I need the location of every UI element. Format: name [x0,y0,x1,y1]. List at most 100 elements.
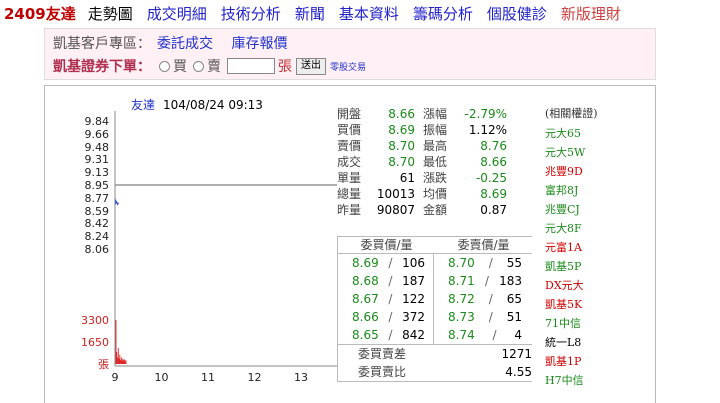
ask-price: 8.73 [448,310,475,324]
warrant-link[interactable]: 統一L8 [545,333,645,352]
buy-label: 買 [173,59,187,75]
inventory-link[interactable]: 庫存報價 [231,36,287,52]
entrust-link[interactable]: 委託成交 [157,36,213,52]
stock-title[interactable]: 2409友達 [4,3,76,24]
nav-trade-details[interactable]: 成交明細 [147,3,207,24]
submit-button[interactable]: 送出 [296,57,326,75]
bid-ask-diff-label: 委買賣差 [358,347,407,361]
order-book-row: 8.66/372 8.73/51 [338,308,532,326]
related-warrants: (相關權證) 元大65 元大5W 兆豐9D 富邦8J 兆豐CJ 元大8F 元富1A 凱基5P D… [545,106,645,390]
nav-fundamentals[interactable]: 基本資料 [339,3,399,24]
quote-value: 61 [399,171,415,185]
quote-label: 振幅 [423,123,448,137]
warrant-list: 元大65 元大5W 兆豐9D 富邦8J 兆豐CJ 元大8F 元富1A 凱基5P DX元大 凱基5K… [545,124,645,390]
quote-row: 昨量 90807 金額 0.87 [337,202,532,218]
price-tick-label: 8.24 [85,230,110,243]
top-nav: 2409友達 走勢圖 成交明細 技術分析 新聞 基本資料 籌碼分析 個股健診 新… [0,0,720,26]
ask-cell: 8.74/4 [448,328,522,342]
ask-price: 8.74 [448,328,475,342]
quote-row: 買價 8.69 振幅 1.12% [337,122,532,138]
quote-label: 漲幅 [423,107,448,121]
quote-table: 開盤 8.66 漲幅 -2.79% 買價 8.69 振幅 1.12% 賣價 8.70 最高 8.76 成… [337,106,532,218]
price-tick-label: 9.13 [85,166,110,179]
bid-volume: 106 [402,256,425,270]
quote-label: 買價 [337,123,362,137]
buy-option[interactable]: 買 [159,56,187,76]
trade-label: 凱基證券下單： [53,59,151,75]
bid-cell: 8.66/372 [338,308,434,326]
warrant-link[interactable]: 兆豐CJ [545,200,645,219]
bid-cell: 8.65/842 [338,326,434,344]
price-line [114,198,120,206]
quote-label: 開盤 [337,107,362,121]
sell-radio[interactable] [193,60,204,72]
quote-label: 總量 [337,187,362,201]
bid-volume: 122 [402,292,425,306]
time-tick-label: 10 [155,371,169,384]
nav-technical-analysis[interactable]: 技術分析 [221,3,281,24]
quote-value: 0.87 [480,203,507,217]
ask-price: 8.72 [448,292,475,306]
warrant-link[interactable]: H7中信 [545,371,645,390]
ask-header: 委賣價/量 [457,238,510,252]
price-tick-label: 8.95 [85,179,110,192]
quote-value: 90807 [376,203,415,217]
warrant-link[interactable]: 兆豐9D [545,162,645,181]
ask-volume: 55 [506,256,522,270]
quote-value: 8.76 [480,139,507,153]
warrant-link[interactable]: 凱基1P [545,352,645,371]
ask-volume: 4 [514,328,522,342]
price-tick-label: 8.59 [85,205,110,218]
bid-price: 8.65 [352,328,379,342]
nav-new-finance[interactable]: 新版理財 [561,3,621,24]
bid-ask-ratio-row: 委買賣比 4.55 [338,363,532,381]
price-tick-label: 9.84 [85,115,110,128]
nav-chip-analysis[interactable]: 籌碼分析 [413,3,473,24]
quote-row: 成交 8.70 最低 8.66 [337,154,532,170]
nav-trend-chart[interactable]: 走勢圖 [88,3,133,24]
stock-name: 友達 [45,4,76,23]
nav-news[interactable]: 新聞 [295,3,325,24]
order-book-header: 委買價/量 委賣價/量 [338,237,532,254]
stock-code: 2409 [4,4,46,23]
quote-label: 漲跌 [423,171,448,185]
ask-cell: 8.72/65 [448,292,522,306]
nav-stock-checkup[interactable]: 個股健診 [487,3,547,24]
bid-header: 委買價/量 [360,238,413,252]
odd-lot-link[interactable]: 零股交易 [330,60,366,73]
warrant-link[interactable]: 元大65 [545,124,645,143]
warrant-link[interactable]: 凱基5K [545,295,645,314]
bid-volume: 372 [402,310,425,324]
time-tick-label: 12 [248,371,262,384]
price-tick-label: 8.06 [85,243,110,256]
quote-value: -2.79% [464,107,507,121]
warrant-link[interactable]: 元大8F [545,219,645,238]
bid-price: 8.66 [352,310,379,324]
time-tick-label: 13 [294,371,308,384]
quote-value: 8.66 [388,107,415,121]
order-book-rows: 8.69/106 8.70/55 8.68/187 8.71/183 8.67/122 8… [338,254,532,344]
warrant-link[interactable]: DX元大 [545,276,645,295]
warrant-link[interactable]: 元富1A [545,238,645,257]
warrant-link[interactable]: 71中信 [545,314,645,333]
warrant-link[interactable]: 富邦8J [545,181,645,200]
order-row: 凱基證券下單： 買 賣 張 送出 零股交易 [53,56,366,76]
bid-ask-diff-value: 1271 [501,347,532,361]
quote-label: 成交 [337,155,362,169]
quote-row: 單量 61 漲跌 -0.25 [337,170,532,186]
order-book: 委買價/量 委賣價/量 8.69/106 8.70/55 8.68/187 8.71/… [337,236,532,382]
buy-radio[interactable] [159,60,170,72]
warrant-link[interactable]: 元大5W [545,143,645,162]
quote-label: 金額 [423,203,448,217]
ask-cell: 8.73/51 [448,310,522,324]
sell-option[interactable]: 賣 [193,56,221,76]
bid-price: 8.67 [352,292,379,306]
bid-cell: 8.67/122 [338,290,434,308]
order-book-row: 8.68/187 8.71/183 [338,272,532,290]
quote-label: 最低 [423,155,448,169]
quote-row: 總量 10013 均價 8.69 [337,186,532,202]
warrant-link[interactable]: 凱基5P [545,257,645,276]
ask-volume: 51 [506,310,522,324]
quote-value: 8.70 [388,155,415,169]
quantity-input[interactable] [227,58,275,74]
